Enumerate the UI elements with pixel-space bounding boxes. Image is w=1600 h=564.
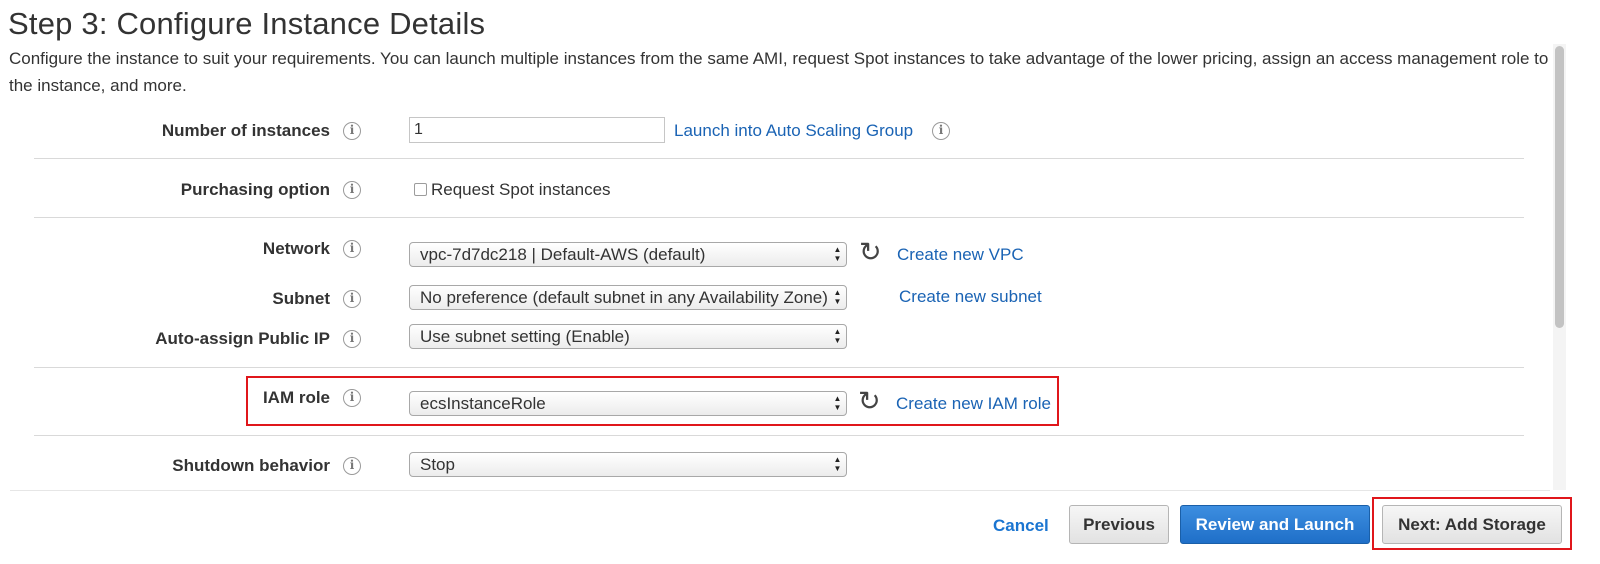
select-arrows-icon: ▲ ▼ — [833, 455, 842, 473]
next-button-highlight — [1372, 497, 1572, 550]
info-icon[interactable]: i — [343, 240, 361, 258]
select-arrows-icon: ▲ ▼ — [833, 245, 842, 263]
info-icon[interactable]: i — [343, 457, 361, 475]
refresh-icon[interactable]: ↻ — [859, 239, 882, 266]
page-title: Step 3: Configure Instance Details — [8, 6, 486, 41]
select-arrows-icon: ▲ ▼ — [833, 288, 842, 306]
divider — [34, 217, 1524, 218]
scrollbar-thumb[interactable] — [1555, 46, 1564, 328]
select-arrows-icon: ▲ ▼ — [833, 327, 842, 345]
network-select[interactable]: vpc-7d7dc218 | Default-AWS (default) ▲ ▼ — [409, 242, 847, 267]
auto-assign-ip-select[interactable]: Use subnet setting (Enable) ▲ ▼ — [409, 324, 847, 349]
footer-divider — [10, 490, 1550, 491]
network-select-value: vpc-7d7dc218 | Default-AWS (default) — [420, 245, 706, 264]
launch-auto-scaling-link[interactable]: Launch into Auto Scaling Group — [674, 121, 913, 141]
number-of-instances-input[interactable] — [409, 117, 665, 143]
info-icon[interactable]: i — [343, 181, 361, 199]
create-new-vpc-link[interactable]: Create new VPC — [897, 245, 1024, 265]
info-icon[interactable]: i — [343, 122, 361, 140]
iam-role-highlight — [246, 376, 1059, 426]
request-spot-checkbox[interactable] — [414, 183, 427, 196]
shutdown-behavior-label: Shutdown behavior — [172, 456, 330, 475]
divider — [34, 435, 1524, 436]
number-of-instances-label: Number of instances — [161, 121, 330, 140]
shutdown-behavior-select-value: Stop — [420, 455, 455, 474]
subnet-select-value: No preference (default subnet in any Ava… — [420, 288, 828, 307]
divider — [34, 158, 1524, 159]
shutdown-behavior-select[interactable]: Stop ▲ ▼ — [409, 452, 847, 477]
info-icon[interactable]: i — [932, 122, 950, 140]
auto-assign-ip-select-value: Use subnet setting (Enable) — [420, 327, 630, 346]
request-spot-label[interactable]: Request Spot instances — [431, 180, 611, 200]
info-icon[interactable]: i — [343, 330, 361, 348]
review-and-launch-button[interactable]: Review and Launch — [1180, 505, 1370, 544]
previous-button[interactable]: Previous — [1069, 505, 1169, 544]
divider — [34, 367, 1524, 368]
subnet-select[interactable]: No preference (default subnet in any Ava… — [409, 285, 847, 310]
create-new-subnet-link[interactable]: Create new subnet — [899, 287, 1042, 307]
cancel-button[interactable]: Cancel — [993, 516, 1049, 536]
page-description: Configure the instance to suit your requ… — [9, 49, 1549, 95]
network-label: Network — [262, 239, 330, 258]
info-icon[interactable]: i — [343, 290, 361, 308]
purchasing-option-label: Purchasing option — [180, 180, 330, 199]
subnet-label: Subnet — [272, 289, 330, 308]
auto-assign-ip-label: Auto-assign Public IP — [155, 329, 330, 348]
